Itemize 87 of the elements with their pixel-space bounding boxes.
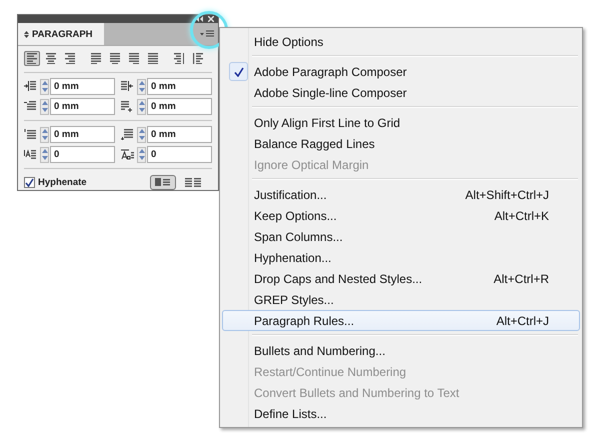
up-arrow-icon (138, 129, 144, 133)
menu-item[interactable]: Balance Ragged Lines (222, 133, 580, 154)
panel-tab[interactable]: PARAGRAPH (18, 23, 104, 45)
input-field[interactable]: 0 (50, 146, 115, 163)
alignment-icon (65, 53, 75, 64)
down-arrow-icon (42, 108, 48, 112)
alignment-icon (27, 53, 37, 64)
shortcut-text: Alt+Ctrl+K (494, 208, 549, 222)
input-field[interactable]: 0 mm (147, 78, 212, 95)
menu-icon[interactable] (200, 30, 214, 38)
alignment-icon (91, 53, 101, 64)
menu-item[interactable]: Adobe Single-line Composer (222, 82, 580, 103)
down-arrow-icon (42, 88, 48, 92)
spinner[interactable] (137, 146, 146, 162)
alignment-icon (129, 53, 139, 64)
input-field[interactable]: 0 mm (147, 98, 212, 115)
align-button[interactable] (145, 51, 161, 66)
align-button[interactable] (88, 51, 104, 66)
input-field[interactable]: 0 mm (147, 126, 212, 143)
column-mode-button[interactable] (150, 175, 176, 190)
menu-item[interactable]: Define Lists... (222, 403, 580, 424)
check-icon (25, 178, 34, 187)
spinner[interactable] (137, 98, 146, 114)
input-field[interactable]: 0 (147, 146, 212, 163)
alignment-icon (110, 53, 120, 64)
down-arrow-icon (138, 156, 144, 160)
menu-item[interactable]: Span Columns... (222, 226, 580, 247)
input-field[interactable]: 0 mm (50, 126, 115, 143)
menu-item[interactable]: Drop Caps and Nested Styles... Alt+Ctrl+R (222, 268, 580, 289)
left-indent-icon (24, 81, 37, 92)
columns-icon (185, 178, 201, 187)
spinner[interactable] (40, 126, 49, 142)
menu-item[interactable]: Only Align First Line to Grid (222, 112, 580, 133)
align-button[interactable] (171, 51, 187, 66)
shortcut-text: Alt+Ctrl+R (494, 272, 549, 286)
sort-icon (24, 30, 29, 38)
menu-item[interactable]: Bullets and Numbering... (222, 340, 580, 361)
shortcut-text: Alt+Ctrl+J (496, 314, 549, 328)
spinner[interactable] (40, 146, 49, 162)
up-arrow-icon (42, 101, 48, 105)
spinner[interactable] (137, 126, 146, 142)
down-arrow-icon (138, 136, 144, 140)
menu-item[interactable]: Paragraph Rules... Alt+Ctrl+J (222, 310, 580, 331)
up-arrow-icon (42, 149, 48, 153)
drop-cap-chars-icon (121, 149, 134, 160)
align-button[interactable] (62, 51, 78, 66)
first-line-indent-icon (24, 101, 37, 112)
up-arrow-icon (42, 81, 48, 85)
align-button[interactable] (107, 51, 123, 66)
align-button[interactable] (190, 51, 206, 66)
up-arrow-icon (138, 101, 144, 105)
columns-icon (155, 178, 171, 187)
align-button[interactable] (126, 51, 142, 66)
space-after-icon (121, 129, 134, 140)
down-arrow-icon (42, 156, 48, 160)
alignment-icon (193, 53, 203, 64)
menu-item[interactable]: GREP Styles... (222, 289, 580, 310)
menu-item[interactable]: Justification... Alt+Shift+Ctrl+J (222, 184, 580, 205)
space-before-icon (24, 129, 37, 140)
alignment-icon (148, 53, 158, 64)
menu-item[interactable]: Hyphenation... (222, 247, 580, 268)
spinner[interactable] (40, 98, 49, 114)
drop-cap-lines-icon (24, 149, 37, 160)
checkbox[interactable] (24, 177, 35, 188)
checkbox-label: Hyphenate (38, 177, 87, 188)
tab-label: PARAGRAPH (32, 28, 93, 40)
spinner[interactable] (40, 78, 49, 94)
down-arrow-icon (42, 136, 48, 140)
up-arrow-icon (138, 81, 144, 85)
menu-item[interactable]: Hide Options (222, 31, 580, 52)
menu-item[interactable]: Keep Options... Alt+Ctrl+K (222, 205, 580, 226)
input-field[interactable]: 0 mm (50, 98, 115, 115)
shortcut-text: Alt+Shift+Ctrl+J (465, 188, 549, 202)
right-indent-icon (121, 81, 134, 92)
alignment-icon (174, 53, 184, 64)
input-field[interactable]: 0 mm (50, 78, 115, 95)
align-button[interactable] (24, 51, 40, 66)
up-arrow-icon (138, 149, 144, 153)
down-arrow-icon (138, 108, 144, 112)
menu-item[interactable]: Adobe Paragraph Composer (222, 61, 580, 82)
up-arrow-icon (42, 129, 48, 133)
down-arrow-icon (138, 88, 144, 92)
close-icon[interactable] (208, 16, 214, 22)
align-button[interactable] (43, 51, 59, 66)
spinner[interactable] (137, 78, 146, 94)
last-line-indent-icon (121, 101, 134, 112)
alignment-icon (46, 53, 56, 64)
